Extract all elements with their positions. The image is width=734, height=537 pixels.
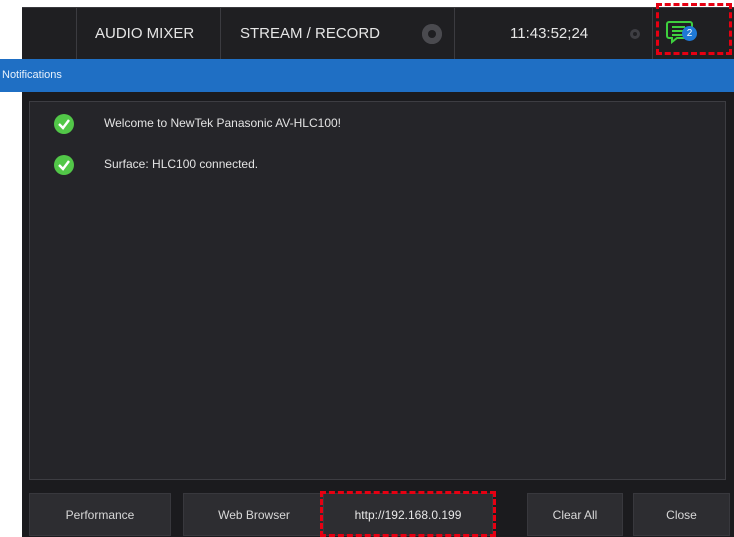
- notifications-list: Welcome to NewTek Panasonic AV-HLC100! S…: [29, 101, 726, 480]
- close-button[interactable]: Close: [633, 493, 730, 536]
- notification-item: Surface: HLC100 connected.: [30, 155, 720, 175]
- top-bar-divider: [220, 8, 221, 60]
- notifications-header: Notifications: [2, 59, 734, 92]
- clock-settings-gear-icon[interactable]: [630, 29, 640, 39]
- top-bar-divider: [76, 8, 77, 60]
- notification-text: Surface: HLC100 connected.: [104, 157, 259, 171]
- top-bar-divider: [652, 8, 653, 60]
- performance-button[interactable]: Performance: [29, 493, 171, 536]
- notification-text: Welcome to NewTek Panasonic AV-HLC100!: [104, 116, 342, 130]
- success-check-icon: [54, 114, 74, 134]
- clear-all-button[interactable]: Clear All: [527, 493, 623, 536]
- url-field-highlight: [320, 491, 496, 537]
- success-check-icon: [54, 155, 74, 175]
- audio-mixer-tab[interactable]: AUDIO MIXER: [95, 8, 194, 60]
- notifications-title: Notifications: [2, 69, 62, 81]
- top-bar: AUDIO MIXER STREAM / RECORD 11:43:52;24: [22, 7, 734, 60]
- web-browser-button[interactable]: Web Browser: [183, 493, 325, 536]
- top-bar-divider: [454, 8, 455, 60]
- notification-icon-highlight: [656, 3, 732, 55]
- notification-item: Welcome to NewTek Panasonic AV-HLC100!: [30, 114, 720, 134]
- stream-record-tab[interactable]: STREAM / RECORD: [240, 8, 380, 60]
- stream-settings-gear-icon[interactable]: [422, 24, 442, 44]
- timecode-clock: 11:43:52;24: [510, 25, 589, 42]
